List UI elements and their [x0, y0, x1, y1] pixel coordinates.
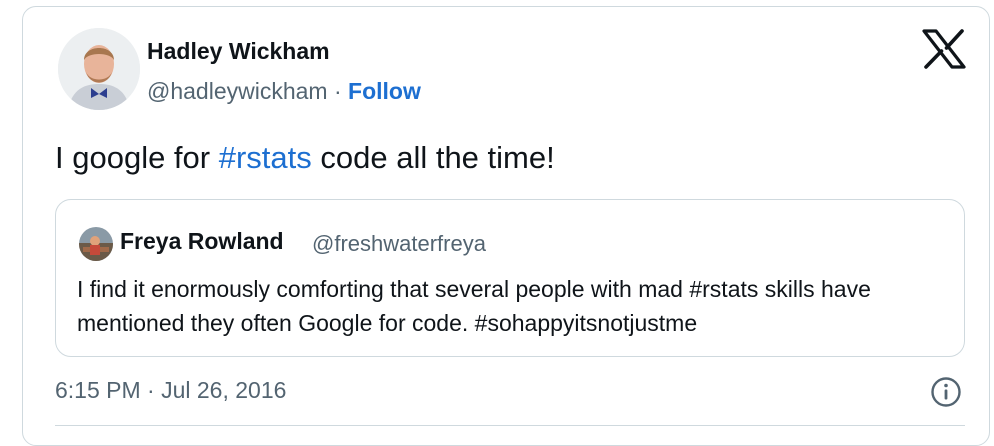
- info-icon[interactable]: [930, 376, 962, 408]
- profile-photo-icon: [79, 227, 113, 261]
- profile-photo-icon: [58, 28, 140, 110]
- quoted-tweet-text: I find it enormously comforting that sev…: [77, 276, 871, 336]
- tweet-text: I google for #rstats code all the time!: [55, 140, 555, 176]
- author-name[interactable]: Hadley Wickham: [147, 38, 330, 65]
- quoted-author-avatar[interactable]: [79, 227, 113, 261]
- hashtag-link[interactable]: #rstats: [219, 140, 312, 175]
- divider: [55, 425, 965, 426]
- author-avatar[interactable]: [58, 28, 140, 110]
- tweet-text-after: code all the time!: [311, 140, 555, 175]
- tweet-text-before: I google for: [55, 140, 219, 175]
- quoted-tweet[interactable]: Freya Rowland @freshwaterfreya I find it…: [55, 199, 965, 357]
- author-meta: @hadleywickham · Follow: [147, 78, 421, 105]
- x-logo-icon[interactable]: [922, 29, 966, 69]
- quoted-author-name[interactable]: Freya Rowland: [120, 228, 284, 255]
- quoted-author-handle[interactable]: @freshwaterfreya: [312, 231, 486, 257]
- separator: ·: [333, 78, 342, 104]
- follow-button[interactable]: Follow: [348, 78, 421, 104]
- author-handle[interactable]: @hadleywickham: [147, 78, 328, 104]
- tweet-timestamp[interactable]: 6:15 PM · Jul 26, 2016: [55, 377, 286, 404]
